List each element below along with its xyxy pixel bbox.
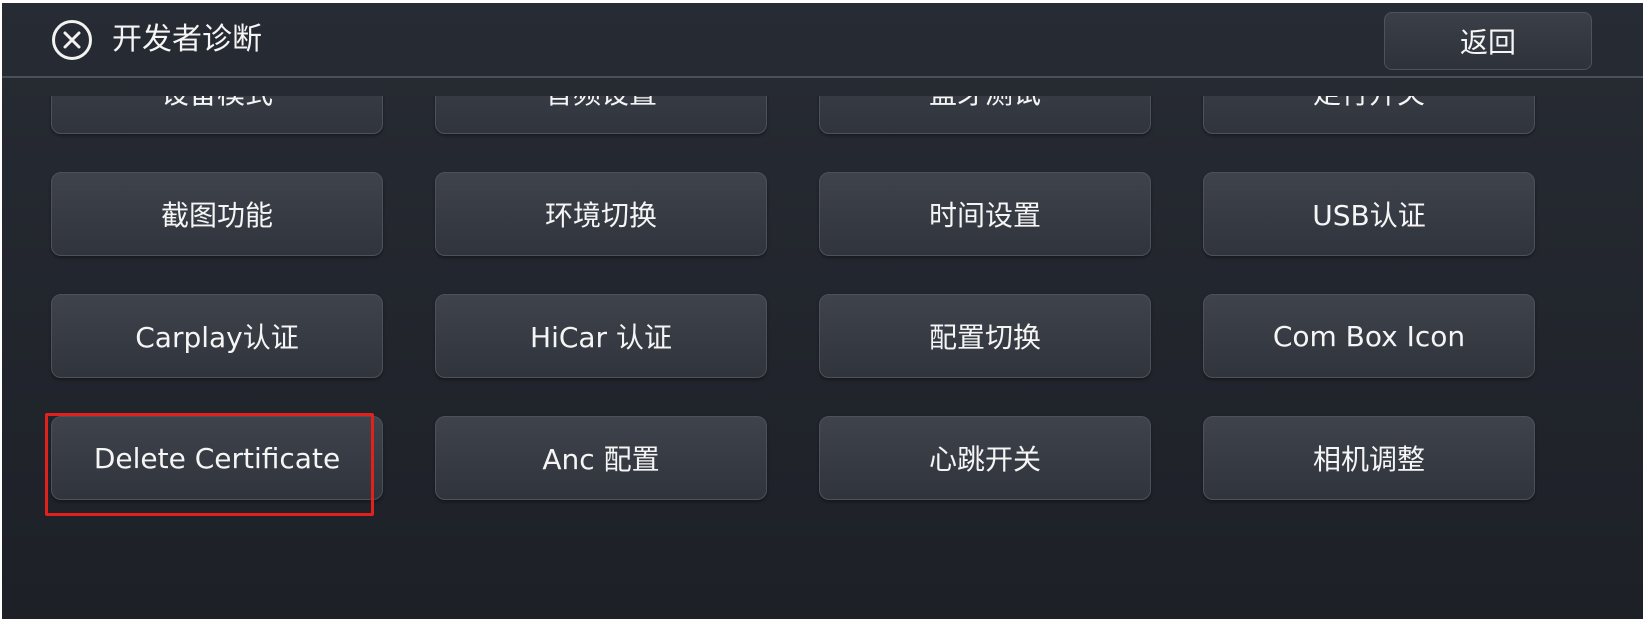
- tile-camera-adjust[interactable]: 相机调整: [1203, 416, 1535, 500]
- tile-carplay-auth[interactable]: Carplay认证: [51, 294, 383, 378]
- tile-usb-auth[interactable]: USB认证: [1203, 172, 1535, 256]
- close-x-glyph: [63, 31, 81, 49]
- options-scroll-area[interactable]: 设备模式 音频设置 蓝牙测试 走行开关 截图功能 环境切换 时间设置 USB认证…: [2, 96, 1643, 619]
- options-grid: 设备模式 音频设置 蓝牙测试 走行开关 截图功能 环境切换 时间设置 USB认证…: [51, 96, 1535, 500]
- tile-environment-switch[interactable]: 环境切换: [435, 172, 767, 256]
- tile-anc-config[interactable]: Anc 配置: [435, 416, 767, 500]
- tile-time-settings[interactable]: 时间设置: [819, 172, 1151, 256]
- close-icon[interactable]: [52, 20, 92, 60]
- header-bar: 开发者诊断 返回: [2, 3, 1643, 78]
- back-button[interactable]: 返回: [1384, 12, 1592, 70]
- page-title: 开发者诊断: [112, 22, 262, 57]
- tile-driving-switch[interactable]: 走行开关: [1203, 96, 1535, 134]
- tile-delete-certificate[interactable]: Delete Certificate: [51, 416, 383, 500]
- tile-hicar-auth[interactable]: HiCar 认证: [435, 294, 767, 378]
- tile-audio-settings[interactable]: 音频设置: [435, 96, 767, 134]
- tile-heartbeat-switch[interactable]: 心跳开关: [819, 416, 1151, 500]
- tile-screenshot[interactable]: 截图功能: [51, 172, 383, 256]
- tile-com-box-icon[interactable]: Com Box Icon: [1203, 294, 1535, 378]
- tile-device-mode[interactable]: 设备模式: [51, 96, 383, 134]
- tile-bluetooth-test[interactable]: 蓝牙测试: [819, 96, 1151, 134]
- developer-diagnostics-screen: 开发者诊断 返回 设备模式 音频设置 蓝牙测试 走行开关 截图功能 环境切换 时…: [2, 3, 1643, 619]
- tile-config-switch[interactable]: 配置切换: [819, 294, 1151, 378]
